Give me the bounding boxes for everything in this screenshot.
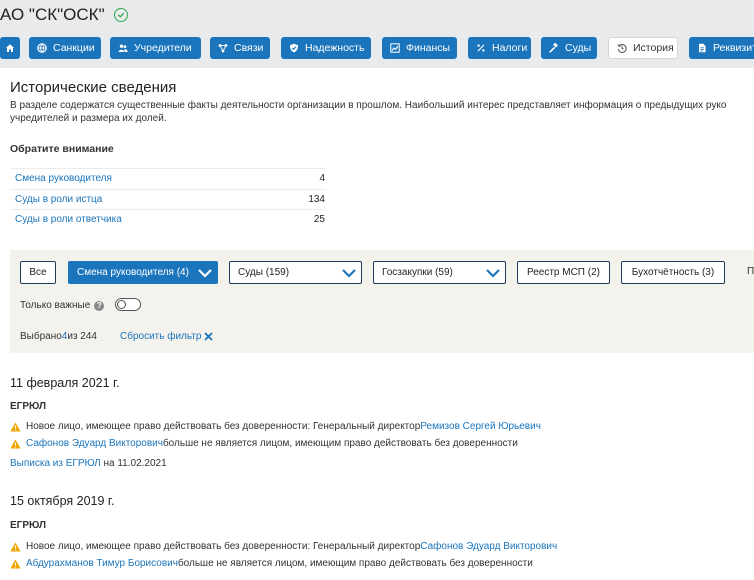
users-icon [118, 43, 128, 53]
shield-icon [289, 43, 299, 53]
event-extract: Выписка из ЕГРЮЛ на 11.02.2021 [10, 458, 167, 469]
section-tabs: Санкции Учредители Связи Надежность Фина… [0, 37, 754, 59]
percent-icon [476, 43, 486, 53]
company-title: АО "СК"ОСК" [0, 5, 128, 25]
description-line: учредителей и размера их долей. [10, 113, 167, 124]
chevron-down-icon [485, 268, 501, 278]
reset-filter-link[interactable]: Сбросить фильтр [120, 331, 214, 342]
tab-reliability[interactable]: Надежность [281, 37, 371, 59]
event-text: больше не является лицом, имеющим право … [177, 558, 533, 569]
event-date: 15 октября 2019 г. [10, 494, 115, 508]
attention-row: Смена руководителя 4 [10, 168, 326, 189]
chevron-down-icon [341, 268, 357, 278]
event-item: Сафонов Эдуард Викторович больше не явля… [10, 438, 518, 449]
section-title: Исторические сведения [10, 79, 177, 96]
selected-count-text: Выбрано 4 из 244 [20, 331, 97, 342]
tab-label: Связи [234, 42, 264, 54]
warning-icon [10, 559, 21, 569]
attention-table: Смена руководителя 4 Суды в роли истца 1… [10, 168, 326, 230]
globe-icon [37, 43, 47, 53]
important-only-label: Только важные ? [20, 300, 105, 311]
selected-prefix: Выбрано [20, 331, 62, 342]
tab-courts[interactable]: Суды [541, 37, 597, 59]
event-text: Новое лицо, имеющее право действовать бе… [26, 421, 421, 432]
important-only-text: Только важные [20, 300, 91, 311]
filter-accounting-button[interactable]: Бухотчётность (3) [621, 261, 725, 284]
attention-row: Суды в роли ответчика 25 [10, 209, 326, 230]
person-link[interactable]: Ремизов Сергей Юрьевич [420, 421, 541, 432]
person-link[interactable]: Абдурахманов Тимур Борисович [26, 558, 178, 569]
important-only-toggle[interactable] [115, 298, 141, 311]
selected-suffix: из 244 [67, 331, 97, 342]
document-icon [697, 43, 707, 53]
event-item: Абдурахманов Тимур Борисович больше не я… [10, 558, 533, 569]
event-source: ЕГРЮЛ [10, 520, 46, 531]
extract-date: на 11.02.2021 [100, 458, 167, 469]
reset-filter-label: Сбросить фильтр [120, 331, 202, 342]
attention-count: 25 [313, 214, 325, 226]
warning-icon [10, 542, 21, 552]
filter-all-button[interactable]: Все [20, 261, 56, 284]
section-description: В разделе содержатся существенные факты … [10, 99, 754, 125]
chart-icon [390, 43, 400, 53]
company-name: АО "СК"ОСК" [0, 5, 105, 24]
filter-courts-select[interactable]: Суды (159) [229, 261, 362, 284]
tab-label: Налоги [492, 42, 528, 54]
filter-manager-change-select[interactable]: Смена руководителя (4) [68, 261, 218, 284]
tab-label: Надежность [305, 42, 365, 54]
event-source: ЕГРЮЛ [10, 401, 46, 412]
tab-connections[interactable]: Связи [210, 37, 270, 59]
tab-finances[interactable]: Финансы [382, 37, 457, 59]
attention-count: 4 [319, 173, 325, 185]
egrul-extract-link[interactable]: Выписка из ЕГРЮЛ [10, 458, 101, 469]
tab-requisites[interactable]: Реквизиты [689, 37, 754, 59]
filter-panel: Все Смена руководителя (4) Суды (159) Го… [10, 250, 754, 353]
event-item: Новое лицо, имеющее право действовать бе… [10, 421, 541, 432]
tab-label: Учредители [134, 42, 192, 54]
help-icon[interactable]: ? [94, 300, 105, 311]
attention-row: Суды в роли истца 134 [10, 188, 326, 210]
event-date: 11 февраля 2021 г. [10, 376, 120, 390]
verified-check-icon [113, 8, 128, 22]
toggle-knob [117, 300, 126, 309]
history-icon [617, 43, 627, 53]
warning-icon [10, 439, 21, 449]
filter-label: Госзакупки (59) [382, 267, 453, 278]
gavel-icon [549, 43, 559, 53]
home-icon [5, 43, 15, 53]
tab-label: Реквизиты [713, 42, 754, 54]
tab-home[interactable] [0, 37, 20, 59]
network-icon [218, 43, 228, 53]
filter-more-button[interactable]: П [747, 266, 754, 277]
attention-link-courts-defendant[interactable]: Суды в роли ответчика [15, 214, 122, 225]
tab-taxes[interactable]: Налоги [468, 37, 531, 59]
person-link[interactable]: Сафонов Эдуард Викторович [420, 541, 557, 552]
warning-icon [10, 422, 21, 432]
tab-label: Суды [565, 42, 592, 54]
event-text: больше не является лицом, имеющим право … [162, 438, 518, 449]
filter-msp-button[interactable]: Реестр МСП (2) [517, 261, 610, 284]
filter-procurement-select[interactable]: Госзакупки (59) [373, 261, 506, 284]
attention-count: 134 [308, 193, 325, 205]
close-icon [204, 332, 214, 341]
attention-link-manager-change[interactable]: Смена руководителя [15, 173, 112, 184]
tab-sanctions[interactable]: Санкции [29, 37, 101, 59]
filter-label: Смена руководителя (4) [77, 267, 189, 278]
description-line: В разделе содержатся существенные факты … [10, 100, 727, 111]
event-text: Новое лицо, имеющее право действовать бе… [26, 541, 421, 552]
tab-history[interactable]: История [608, 37, 678, 59]
attention-link-courts-plaintiff[interactable]: Суды в роли истца [15, 194, 102, 205]
chevron-down-icon [197, 268, 213, 278]
tab-label: Финансы [406, 42, 451, 54]
tab-label: История [633, 42, 674, 54]
tab-founders[interactable]: Учредители [110, 37, 201, 59]
filter-label: Суды (159) [238, 267, 290, 278]
person-link[interactable]: Сафонов Эдуард Викторович [26, 438, 163, 449]
attention-title: Обратите внимание [10, 143, 114, 155]
tab-label: Санкции [53, 42, 95, 54]
event-item: Новое лицо, имеющее право действовать бе… [10, 541, 557, 552]
